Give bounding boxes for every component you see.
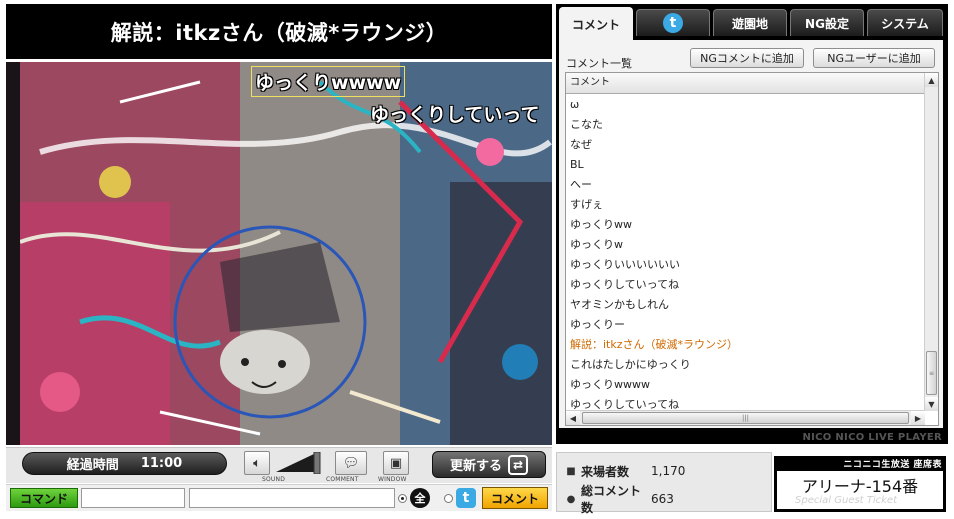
danmaku-comment: ゆっくりwwww: [251, 66, 406, 97]
seat-box: アリーナ-154番 Special Guest Ticket: [777, 471, 943, 509]
scroll-down-icon[interactable]: ▼: [925, 397, 938, 411]
twitter-icon: t: [456, 488, 476, 508]
scroll-up-icon[interactable]: ▲: [925, 73, 938, 87]
sound-caption: SOUND: [262, 476, 286, 483]
radio-twitter[interactable]: [444, 494, 453, 503]
comment-row[interactable]: ヤオミンかもしれん: [566, 295, 925, 315]
comment-count-label: 総コメント数: [581, 484, 642, 515]
danmaku-comment: ゆっくりしていって: [370, 104, 540, 126]
comment-panel: コメント一覧 NGコメントに追加 NGユーザーに追加 コメント ω こなた なぜ BL…: [559, 40, 943, 428]
elapsed-label: 経過時間: [66, 458, 119, 473]
sound-button[interactable]: 🔈︎: [244, 451, 270, 475]
command-button[interactable]: コマンド: [10, 488, 78, 508]
command-input[interactable]: [81, 488, 185, 508]
comment-row[interactable]: なぜ: [566, 135, 925, 155]
comment-row[interactable]: ゆっくりww: [566, 215, 925, 235]
visitor-value: 1,170: [651, 464, 686, 478]
comment-toggle-button[interactable]: 💬︎: [335, 451, 367, 475]
comments-icon: ●: [566, 493, 576, 505]
seat-ticket: ニコニコ生放送 座席表 アリーナ-154番 Special Guest Tick…: [774, 456, 946, 512]
submit-comment-button[interactable]: コメント: [482, 487, 548, 509]
comment-count: ● 総コメント数 663: [565, 484, 674, 515]
add-ng-comment-button[interactable]: NGコメントに追加: [690, 48, 804, 68]
tab-system[interactable]: システム: [867, 9, 943, 36]
comment-row[interactable]: ゆっくりしていってね: [566, 275, 925, 295]
comment-row[interactable]: 解説：itkzさん（破滅*ラウンジ）: [566, 335, 925, 355]
window-icon: ▣: [389, 455, 403, 471]
vertical-scrollbar[interactable]: ▲ ≡ ▼: [924, 73, 938, 411]
comment-row[interactable]: ゆっくりいいいいいい: [566, 255, 925, 275]
visitor-count: ■ 来場者数 1,170: [565, 461, 685, 481]
seat-number: アリーナ-154番: [801, 477, 919, 496]
window-caption: WINDOW: [378, 476, 407, 483]
comment-bubble-icon: 💬︎: [342, 455, 360, 471]
scroll-left-icon[interactable]: ◀: [566, 411, 580, 425]
scroll-thumb[interactable]: ≡: [926, 351, 937, 395]
comment-rows: ω こなた なぜ BL へー すげぇ ゆっくりww ゆっくりw ゆっくりいいいいいい ゆっくりして…: [566, 95, 925, 415]
comment-column-header[interactable]: コメント: [566, 73, 925, 94]
visitors-icon: ■: [566, 465, 576, 477]
side-panel: コメント t 遊園地 NG設定 システム コメント一覧 NGコメントに追加 NG…: [556, 4, 948, 444]
comment-row[interactable]: すげぇ: [566, 195, 925, 215]
video-player[interactable]: ゆっくりwwww ゆっくりしていって: [6, 62, 552, 445]
all-users-icon: 全: [410, 488, 430, 508]
twitter-icon: t: [663, 13, 683, 33]
comment-row[interactable]: これはたしかにゆっくり: [566, 355, 925, 375]
comment-count-value: 663: [651, 492, 674, 506]
tab-twitter[interactable]: t: [636, 9, 710, 36]
radio-all[interactable]: [398, 494, 407, 503]
seat-ghost-text: Special Guest Ticket: [795, 495, 898, 506]
comment-caption: COMMENT: [326, 476, 359, 483]
comment-list[interactable]: コメント ω こなた なぜ BL へー すげぇ ゆっくりww ゆっくりw ゆっくりいいいいいいゆ…: [565, 72, 939, 426]
stream-stats: ■ 来場者数 1,170 ● 総コメント数 663: [556, 452, 772, 515]
seat-header: ニコニコ生放送 座席表: [843, 459, 942, 470]
comment-row[interactable]: ゆっくりw: [566, 235, 925, 255]
refresh-button[interactable]: 更新する ⇄: [432, 451, 546, 478]
horizontal-scrollbar[interactable]: ◀ ||| ▶: [566, 410, 925, 425]
tab-amusement-park[interactable]: 遊園地: [713, 9, 787, 36]
tab-ng-settings[interactable]: NG設定: [790, 9, 864, 36]
comment-row[interactable]: BL: [566, 155, 925, 175]
refresh-icon: ⇄: [508, 454, 528, 475]
visitor-label: 来場者数: [581, 464, 630, 479]
comment-input[interactable]: [189, 488, 395, 508]
scroll-thumb[interactable]: |||: [582, 412, 909, 424]
player-brand: NICO NICO LIVE PLAYER: [802, 432, 942, 443]
elapsed-value: 11:00: [140, 456, 183, 471]
comment-row[interactable]: ゆっくりー: [566, 315, 925, 335]
speaker-icon: 🔈︎: [253, 455, 261, 471]
window-button[interactable]: ▣: [383, 451, 409, 475]
comment-input-row: コマンド 全 t コメント: [6, 484, 552, 511]
comment-row[interactable]: ゆっくりwwww: [566, 375, 925, 395]
comment-list-caption: コメント一覧: [566, 57, 632, 70]
volume-slider[interactable]: [276, 451, 321, 475]
stream-title: 解説：itkzさん（破滅*ラウンジ）: [6, 4, 552, 59]
volume-wedge-icon: [276, 451, 321, 475]
comment-row[interactable]: こなた: [566, 115, 925, 135]
comment-row[interactable]: へー: [566, 175, 925, 195]
comment-row[interactable]: ω: [566, 95, 925, 115]
tab-comment[interactable]: コメント: [559, 7, 633, 40]
scroll-right-icon[interactable]: ▶: [911, 411, 925, 425]
add-ng-user-button[interactable]: NGユーザーに追加: [813, 48, 935, 68]
panel-tabs: コメント t 遊園地 NG設定 システム: [556, 4, 948, 40]
player-controls: 経過時間 11:00 🔈︎ SOUND 💬︎ COMMENT ▣ WINDOW …: [6, 447, 552, 483]
refresh-label: 更新する: [449, 459, 502, 474]
elapsed-time-display: 経過時間 11:00: [22, 452, 227, 475]
